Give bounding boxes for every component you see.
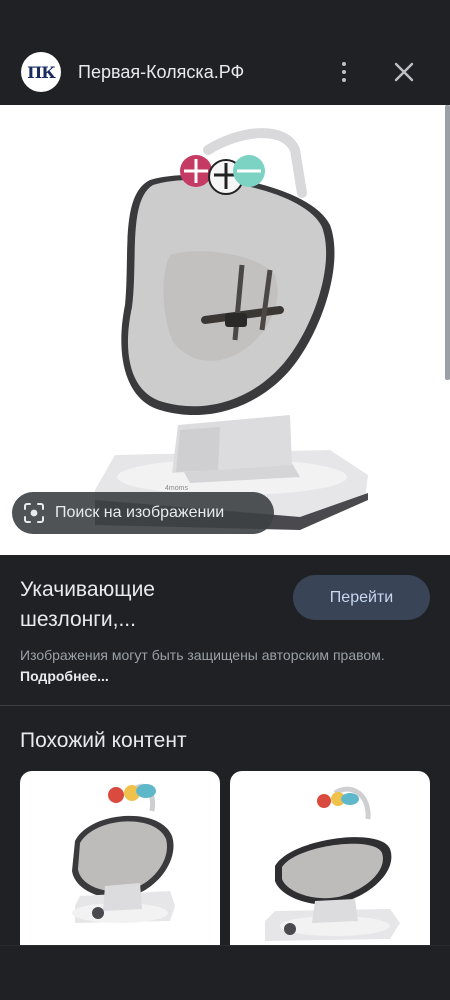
status-bar bbox=[0, 0, 450, 40]
product-logo: 4moms bbox=[165, 485, 188, 492]
more-vert-icon[interactable] bbox=[332, 58, 356, 86]
bouncer-thumbnail-image bbox=[265, 786, 400, 941]
site-title[interactable]: Первая-Коляска.РФ bbox=[78, 62, 244, 83]
visit-button[interactable]: Перейти bbox=[293, 575, 430, 620]
lens-search-label: Поиск на изображении bbox=[55, 504, 225, 521]
bouncer-seat-image: 4moms bbox=[95, 128, 368, 530]
result-title: Укачивающие шезлонги,... bbox=[20, 578, 155, 631]
copyright-notice: Изображения могут быть защищены авторски… bbox=[20, 647, 385, 684]
header: ПК Первая-Коляска.РФ bbox=[0, 40, 450, 105]
navigation-bar bbox=[0, 945, 450, 1000]
lens-search-chip[interactable]: Поиск на изображении bbox=[12, 492, 274, 534]
main-image[interactable]: 4moms Поиск на изображении bbox=[0, 105, 450, 555]
scrollbar[interactable] bbox=[445, 105, 450, 380]
site-logo[interactable]: ПК bbox=[21, 52, 61, 92]
similar-thumbnail[interactable] bbox=[230, 771, 430, 946]
bouncer-thumbnail-image bbox=[72, 783, 175, 923]
divider bbox=[0, 705, 450, 706]
similar-content-heading: Похожий контент bbox=[20, 729, 187, 752]
close-icon[interactable] bbox=[390, 58, 418, 86]
learn-more-link[interactable]: Подробнее... bbox=[20, 668, 109, 684]
google-lens-icon bbox=[24, 503, 44, 523]
similar-thumbnail[interactable] bbox=[20, 771, 220, 946]
